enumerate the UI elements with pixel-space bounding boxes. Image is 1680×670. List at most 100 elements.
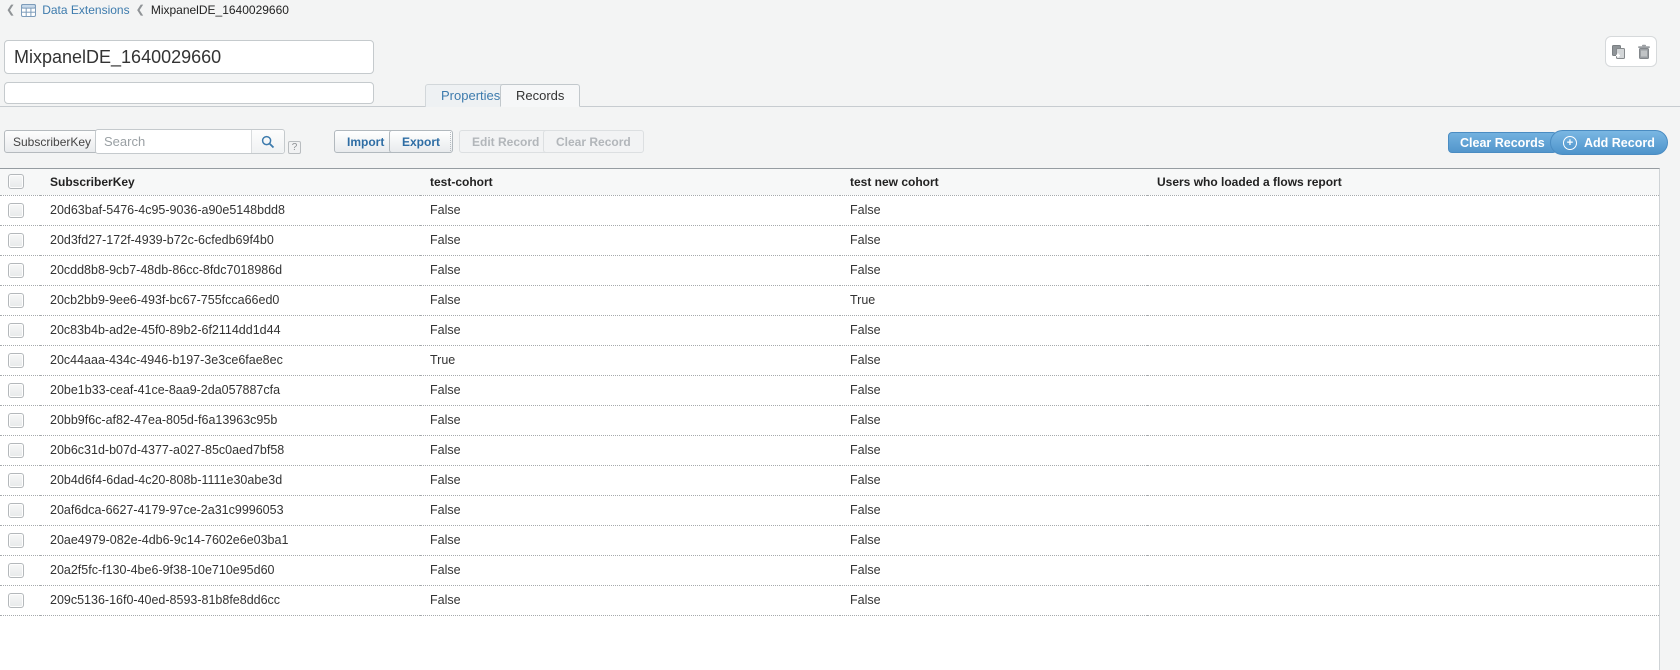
cell-users-flows xyxy=(1147,255,1659,285)
row-checkbox[interactable] xyxy=(8,323,24,338)
cell-users-flows xyxy=(1147,195,1659,225)
cell-users-flows xyxy=(1147,315,1659,345)
cell-test-cohort: False xyxy=(420,435,840,465)
cell-test-new-cohort: False xyxy=(840,525,1147,555)
breadcrumb-separator: ❮ xyxy=(136,3,145,17)
back-chevron-icon[interactable]: ❮ xyxy=(6,3,15,17)
cell-users-flows xyxy=(1147,285,1659,315)
cell-test-cohort: False xyxy=(420,495,840,525)
table-row: 20af6dca-6627-4179-97ce-2a31c9996053 Fal… xyxy=(0,495,1659,525)
cell-subscriber-key: 20ae4979-082e-4db6-9c14-7602e6e03ba1 xyxy=(40,525,420,555)
table-row: 20a2f5fc-f130-4be6-9f38-10e710e95d60 Fal… xyxy=(0,555,1659,585)
cell-test-new-cohort: False xyxy=(840,195,1147,225)
field-dropdown-label: SubscriberKey xyxy=(13,135,91,149)
cell-test-cohort: False xyxy=(420,285,840,315)
row-checkbox[interactable] xyxy=(8,203,24,218)
records-table: SubscriberKey test-cohort test new cohor… xyxy=(0,169,1659,616)
search-input[interactable] xyxy=(96,130,248,153)
add-record-button[interactable]: + Add Record xyxy=(1550,130,1668,155)
toolbar-separator xyxy=(450,130,451,153)
cell-test-cohort: False xyxy=(420,525,840,555)
cell-subscriber-key: 20b6c31d-b07d-4377-a027-85c0aed7bf58 xyxy=(40,435,420,465)
cell-test-cohort: False xyxy=(420,465,840,495)
help-icon[interactable]: ? xyxy=(288,141,301,154)
edit-record-button[interactable]: Edit Record xyxy=(459,130,552,153)
export-button[interactable]: Export xyxy=(389,130,453,153)
cell-test-new-cohort: False xyxy=(840,465,1147,495)
column-header-test-new-cohort: test new cohort xyxy=(840,169,1147,195)
cell-test-cohort: False xyxy=(420,255,840,285)
data-extension-grid-icon xyxy=(21,4,36,17)
cell-users-flows xyxy=(1147,525,1659,555)
table-header-row: SubscriberKey test-cohort test new cohor… xyxy=(0,169,1659,195)
table-row: 20cb2bb9-9ee6-493f-bc67-755fcca66ed0 Fal… xyxy=(0,285,1659,315)
cell-test-cohort: False xyxy=(420,225,840,255)
search-button[interactable] xyxy=(251,130,284,153)
cell-test-new-cohort: False xyxy=(840,255,1147,285)
cell-test-new-cohort: False xyxy=(840,375,1147,405)
breadcrumb: ❮ Data Extensions ❮ MixpanelDE_164002966… xyxy=(6,2,289,18)
cell-subscriber-key: 20c83b4b-ad2e-45f0-89b2-6f2114dd1d44 xyxy=(40,315,420,345)
cell-subscriber-key: 20a2f5fc-f130-4be6-9f38-10e710e95d60 xyxy=(40,555,420,585)
row-checkbox[interactable] xyxy=(8,233,24,248)
row-checkbox[interactable] xyxy=(8,503,24,518)
cell-subscriber-key: 209c5136-16f0-40ed-8593-81b8fe8dd6cc xyxy=(40,585,420,615)
records-toolbar: SubscriberKey ▾ ? Import Export Edit Rec… xyxy=(0,128,1680,158)
tab-records[interactable]: Records xyxy=(500,84,580,107)
cell-test-new-cohort: False xyxy=(840,435,1147,465)
trash-icon[interactable] xyxy=(1636,44,1652,60)
column-header-test-cohort: test-cohort xyxy=(420,169,840,195)
cell-test-new-cohort: False xyxy=(840,225,1147,255)
tab-bar: Properties Records xyxy=(0,84,1680,107)
cell-test-new-cohort: False xyxy=(840,405,1147,435)
table-row: 20be1b33-ceaf-41ce-8aa9-2da057887cfa Fal… xyxy=(0,375,1659,405)
copy-icon[interactable] xyxy=(1611,44,1627,60)
cell-test-cohort: False xyxy=(420,315,840,345)
cell-test-new-cohort: False xyxy=(840,555,1147,585)
table-row: 20b4d6f4-6dad-4c20-808b-1111e30abe3d Fal… xyxy=(0,465,1659,495)
row-checkbox[interactable] xyxy=(8,383,24,398)
clear-records-button[interactable]: Clear Records xyxy=(1448,132,1557,153)
cell-test-new-cohort: False xyxy=(840,315,1147,345)
cell-test-new-cohort: True xyxy=(840,285,1147,315)
records-panel: SubscriberKey test-cohort test new cohor… xyxy=(0,168,1660,670)
cell-test-new-cohort: False xyxy=(840,495,1147,525)
cell-users-flows xyxy=(1147,345,1659,375)
row-checkbox[interactable] xyxy=(8,413,24,428)
cell-test-cohort: False xyxy=(420,195,840,225)
cell-users-flows xyxy=(1147,495,1659,525)
select-all-checkbox[interactable] xyxy=(8,174,24,189)
row-checkbox[interactable] xyxy=(8,593,24,608)
row-checkbox[interactable] xyxy=(8,473,24,488)
name-input[interactable] xyxy=(4,40,374,74)
search-box xyxy=(95,129,285,154)
cell-subscriber-key: 20cdd8b8-9cb7-48db-86cc-8fdc7018986d xyxy=(40,255,420,285)
cell-users-flows xyxy=(1147,375,1659,405)
cell-users-flows xyxy=(1147,465,1659,495)
row-checkbox[interactable] xyxy=(8,443,24,458)
cell-subscriber-key: 20bb9f6c-af82-47ea-805d-f6a13963c95b xyxy=(40,405,420,435)
add-record-label: Add Record xyxy=(1584,136,1655,150)
row-checkbox[interactable] xyxy=(8,293,24,308)
import-button[interactable]: Import xyxy=(334,130,397,153)
table-row: 209c5136-16f0-40ed-8593-81b8fe8dd6cc Fal… xyxy=(0,585,1659,615)
table-row: 20bb9f6c-af82-47ea-805d-f6a13963c95b Fal… xyxy=(0,405,1659,435)
row-checkbox[interactable] xyxy=(8,353,24,368)
table-row: 20b6c31d-b07d-4377-a027-85c0aed7bf58 Fal… xyxy=(0,435,1659,465)
data-extensions-link[interactable]: Data Extensions xyxy=(42,3,129,17)
table-row: 20c44aaa-434c-4946-b197-3e3ce6fae8ec Tru… xyxy=(0,345,1659,375)
cell-test-cohort: False xyxy=(420,375,840,405)
cell-users-flows xyxy=(1147,555,1659,585)
row-checkbox[interactable] xyxy=(8,263,24,278)
column-header-subscriberkey: SubscriberKey xyxy=(40,169,420,195)
records-table-body: 20d63baf-5476-4c95-9036-a90e5148bdd8 Fal… xyxy=(0,195,1659,615)
row-checkbox[interactable] xyxy=(8,533,24,548)
plus-icon: + xyxy=(1563,136,1577,150)
cell-test-cohort: False xyxy=(420,585,840,615)
row-checkbox[interactable] xyxy=(8,563,24,578)
clear-record-button[interactable]: Clear Record xyxy=(543,130,644,153)
cell-subscriber-key: 20b4d6f4-6dad-4c20-808b-1111e30abe3d xyxy=(40,465,420,495)
cell-users-flows xyxy=(1147,225,1659,255)
table-row: 20d63baf-5476-4c95-9036-a90e5148bdd8 Fal… xyxy=(0,195,1659,225)
cell-test-cohort: False xyxy=(420,555,840,585)
